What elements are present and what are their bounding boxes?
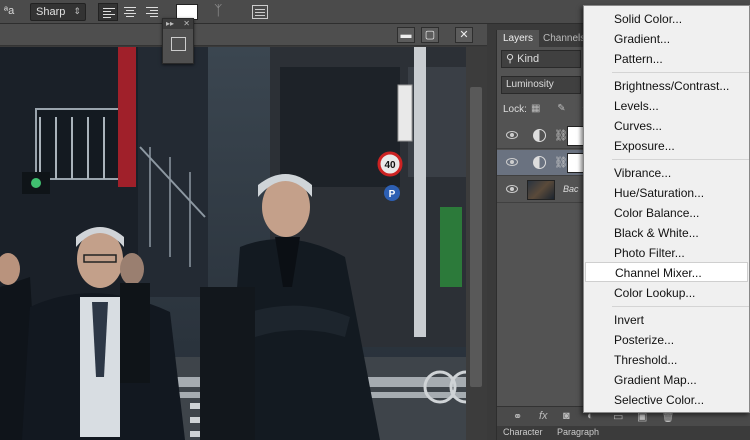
menu-separator (612, 72, 749, 73)
menu-item-exposure[interactable]: Exposure... (585, 136, 748, 156)
layer-filter-select[interactable]: ⚲ Kind (501, 50, 581, 68)
menu-item-invert[interactable]: Invert (585, 310, 748, 330)
adjustment-layer-icon (533, 129, 546, 142)
menu-separator (612, 159, 749, 160)
speed-limit-sign: 40 (384, 160, 396, 171)
select-arrow-icon: ⇕ (73, 6, 81, 16)
layer-row-background[interactable]: Bac (497, 177, 585, 203)
street-photo: 40 P (0, 47, 466, 440)
mini-panel-close-icon[interactable]: ✕ (183, 19, 190, 29)
antialias-icon: ªa (4, 5, 15, 17)
fx-icon[interactable]: fx (539, 410, 548, 422)
menu-separator (612, 306, 749, 307)
menu-item-posterize[interactable]: Posterize... (585, 330, 748, 350)
mask-icon[interactable]: ◙ (563, 410, 570, 422)
tab-paragraph[interactable]: Paragraph (557, 427, 599, 437)
character-panel-icon[interactable] (252, 5, 268, 19)
menu-item-gradient-map[interactable]: Gradient Map... (585, 370, 748, 390)
visibility-eye-icon[interactable] (506, 158, 518, 166)
menu-item-solid-color[interactable]: Solid Color... (585, 9, 748, 29)
mini-panel-header: ▸▸ ✕ (163, 19, 193, 29)
menu-item-color-balance[interactable]: Color Balance... (585, 203, 748, 223)
menu-item-selective-color[interactable]: Selective Color... (585, 390, 748, 410)
menu-item-hue-saturation[interactable]: Hue/Saturation... (585, 183, 748, 203)
adjustment-layer-icon (533, 156, 546, 169)
warp-text-icon[interactable]: ᛉ (214, 2, 222, 18)
link-chain-icon[interactable]: ⛓ (554, 129, 568, 142)
menu-item-color-lookup[interactable]: Color Lookup... (585, 283, 748, 303)
antialias-select[interactable]: Sharp ⇕ (30, 3, 86, 21)
minimize-button[interactable]: ▬ (397, 27, 415, 43)
menu-item-gradient[interactable]: Gradient... (585, 29, 748, 49)
close-button[interactable]: ✕ (455, 27, 473, 43)
link-chain-icon[interactable]: ⛓ (554, 156, 568, 169)
menu-item-pattern[interactable]: Pattern... (585, 49, 748, 69)
adjustment-layer-menu: Solid Color... Gradient... Pattern... Br… (583, 5, 750, 413)
floating-mini-panel: ▸▸ ✕ (162, 18, 194, 64)
blend-mode-value: Luminosity (506, 79, 554, 90)
maximize-button[interactable]: ▢ (421, 27, 439, 43)
vertical-scrollbar[interactable] (466, 47, 487, 440)
menu-item-threshold[interactable]: Threshold... (585, 350, 748, 370)
layer-name-background[interactable]: Bac (563, 184, 579, 194)
align-right-icon[interactable] (142, 3, 162, 21)
character-panel-tabs: Character Paragraph (497, 426, 750, 440)
menu-item-curves[interactable]: Curves... (585, 116, 748, 136)
expand-icon[interactable]: ▸▸ (166, 19, 174, 28)
align-center-icon[interactable] (120, 3, 140, 21)
blend-mode-select[interactable]: Luminosity (501, 76, 581, 94)
layer-row-adjustment-1[interactable]: ⛓ (497, 123, 585, 149)
menu-item-vibrance[interactable]: Vibrance... (585, 163, 748, 183)
scroll-thumb[interactable] (470, 87, 482, 387)
tab-character[interactable]: Character (503, 427, 543, 437)
antialias-value: Sharp (36, 6, 66, 18)
background-thumbnail (527, 180, 555, 200)
layer-row-adjustment-2[interactable]: ⛓ (497, 150, 585, 176)
parking-sign: P (389, 189, 396, 200)
lock-label: Lock: (503, 104, 527, 115)
filter-kind-value: Kind (517, 53, 540, 65)
3d-cube-icon[interactable] (171, 37, 186, 51)
link-icon[interactable]: ⚭ (513, 410, 522, 423)
menu-item-photo-filter[interactable]: Photo Filter... (585, 243, 748, 263)
menu-item-brightness-contrast[interactable]: Brightness/Contrast... (585, 76, 748, 96)
menu-item-levels[interactable]: Levels... (585, 96, 748, 116)
document-canvas[interactable]: 40 P (0, 47, 466, 440)
search-icon: ⚲ (506, 53, 518, 65)
menu-item-black-white[interactable]: Black & White... (585, 223, 748, 243)
visibility-eye-icon[interactable] (506, 131, 518, 139)
tab-layers[interactable]: Layers (497, 30, 540, 47)
document-title-bar: ▬ ▢ ✕ (0, 24, 487, 46)
photoshop-window: ªa Sharp ⇕ ᛉ ▬ ▢ ✕ 40 P ▸▸ ✕ Layers Chan… (0, 0, 750, 440)
menu-item-channel-mixer[interactable]: Channel Mixer... (585, 262, 748, 282)
visibility-eye-icon[interactable] (506, 185, 518, 193)
align-left-icon[interactable] (98, 3, 118, 21)
